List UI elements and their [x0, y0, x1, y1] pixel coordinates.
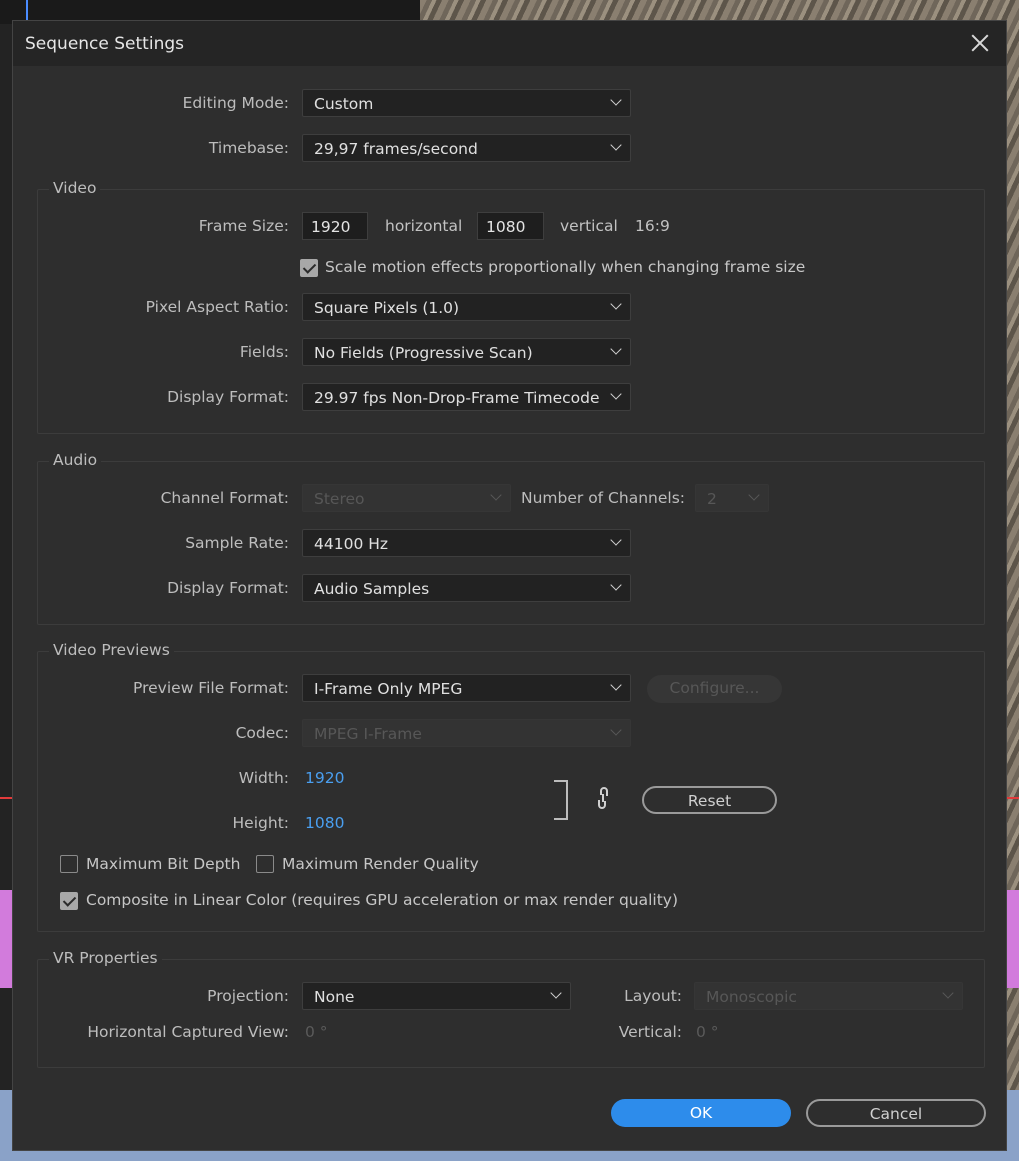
background-marker-right — [1007, 797, 1019, 799]
video-display-format-select[interactable]: 29.97 fps Non-Drop-Frame Timecode — [302, 383, 631, 411]
reset-button[interactable]: Reset — [642, 786, 777, 814]
chevron-down-icon — [610, 579, 622, 591]
preview-file-format-label: Preview File Format: — [133, 679, 289, 697]
editing-mode-select[interactable]: Custom — [302, 89, 631, 117]
timebase-value: 29,97 frames/second — [314, 140, 478, 158]
video-group-title: Video — [49, 179, 101, 197]
projection-label: Projection: — [207, 987, 289, 1005]
num-channels-value: 2 — [707, 490, 717, 508]
vr-properties-group-title: VR Properties — [49, 949, 162, 967]
layout-value: Monoscopic — [706, 988, 797, 1006]
frame-width-input[interactable]: 1920 — [302, 212, 368, 240]
background-clip-left — [0, 890, 12, 988]
fields-label: Fields: — [239, 343, 289, 361]
sample-rate-value: 44100 Hz — [314, 535, 389, 553]
audio-display-format-select[interactable]: Audio Samples — [302, 574, 631, 602]
horizontal-captured-view-label: Horizontal Captured View: — [87, 1023, 289, 1041]
ok-button[interactable]: OK — [611, 1099, 791, 1127]
max-render-quality-label[interactable]: Maximum Render Quality — [282, 855, 479, 873]
fields-value: No Fields (Progressive Scan) — [314, 344, 533, 362]
codec-label: Codec: — [235, 724, 289, 742]
frame-width-value: 1920 — [311, 218, 351, 236]
audio-display-format-value: Audio Samples — [314, 580, 430, 598]
frame-height-input[interactable]: 1080 — [477, 212, 544, 240]
dialog-titlebar: Sequence Settings — [13, 21, 1006, 66]
channel-format-label: Channel Format: — [160, 489, 289, 507]
channel-format-select: Stereo — [302, 484, 511, 512]
background-clip-right — [1007, 890, 1019, 988]
close-icon[interactable] — [968, 31, 992, 55]
video-previews-group-title: Video Previews — [49, 641, 174, 659]
projection-select[interactable]: None — [302, 982, 571, 1010]
layout-label: Layout: — [624, 987, 682, 1005]
pixel-aspect-select[interactable]: Square Pixels (1.0) — [302, 293, 631, 321]
pixel-aspect-value: Square Pixels (1.0) — [314, 299, 460, 317]
chevron-down-icon — [748, 489, 760, 501]
editing-mode-value: Custom — [314, 95, 374, 113]
preview-file-format-value: I-Frame Only MPEG — [314, 680, 463, 698]
chevron-down-icon — [610, 679, 622, 691]
num-channels-select: 2 — [695, 484, 769, 512]
editing-mode-label: Editing Mode: — [182, 94, 289, 112]
height-label: Height: — [232, 814, 289, 832]
frame-size-label: Frame Size: — [198, 217, 289, 235]
codec-value: MPEG I-Frame — [314, 725, 422, 743]
num-channels-label: Number of Channels: — [521, 489, 685, 507]
codec-select: MPEG I-Frame — [302, 719, 631, 747]
max-render-quality-checkbox[interactable] — [256, 855, 274, 873]
chevron-down-icon — [550, 987, 562, 999]
horizontal-captured-view-value: 0 ° — [305, 1023, 328, 1041]
preview-height-value[interactable]: 1080 — [305, 814, 344, 832]
vr-properties-group: VR Properties — [37, 949, 985, 1068]
chevron-down-icon — [490, 489, 502, 501]
chevron-down-icon — [610, 139, 622, 151]
timebase-select[interactable]: 29,97 frames/second — [302, 134, 631, 162]
max-bit-depth-label[interactable]: Maximum Bit Depth — [86, 855, 240, 873]
fields-select[interactable]: No Fields (Progressive Scan) — [302, 338, 631, 366]
width-label: Width: — [238, 769, 289, 787]
chevron-down-icon — [610, 94, 622, 106]
horizontal-label: horizontal — [385, 217, 463, 235]
layout-select: Monoscopic — [694, 982, 963, 1010]
audio-group-title: Audio — [49, 451, 102, 469]
vertical-view-label: Vertical: — [618, 1023, 682, 1041]
aspect-ratio-text: 16:9 — [635, 217, 670, 235]
audio-display-format-label: Display Format: — [167, 579, 289, 597]
preview-file-format-select[interactable]: I-Frame Only MPEG — [302, 674, 631, 702]
background-playhead — [26, 0, 28, 20]
composite-linear-label[interactable]: Composite in Linear Color (requires GPU … — [86, 891, 678, 909]
link-bracket-icon — [554, 780, 568, 820]
chevron-down-icon — [610, 724, 622, 736]
projection-value: None — [314, 988, 355, 1006]
dialog-title: Sequence Settings — [25, 34, 184, 54]
chevron-down-icon — [610, 343, 622, 355]
vertical-label: vertical — [560, 217, 618, 235]
chevron-down-icon — [610, 534, 622, 546]
max-bit-depth-checkbox[interactable] — [60, 855, 78, 873]
chevron-down-icon — [610, 298, 622, 310]
video-display-format-label: Display Format: — [167, 388, 289, 406]
video-display-format-value: 29.97 fps Non-Drop-Frame Timecode — [314, 389, 600, 407]
sample-rate-select[interactable]: 44100 Hz — [302, 529, 631, 557]
composite-linear-checkbox[interactable] — [60, 892, 78, 910]
chevron-down-icon — [942, 987, 954, 999]
background-marker-left — [0, 797, 12, 799]
scale-motion-label[interactable]: Scale motion effects proportionally when… — [325, 258, 805, 276]
sample-rate-label: Sample Rate: — [185, 534, 289, 552]
vertical-view-value: 0 ° — [696, 1023, 719, 1041]
sequence-settings-dialog: Sequence Settings Editing Mode: Custom T… — [12, 20, 1007, 1151]
channel-format-value: Stereo — [314, 490, 365, 508]
configure-button: Configure... — [647, 675, 782, 703]
frame-height-value: 1080 — [486, 218, 526, 236]
link-chain-icon[interactable] — [596, 786, 610, 810]
scale-motion-checkbox[interactable] — [300, 259, 318, 277]
preview-width-value[interactable]: 1920 — [305, 769, 344, 787]
chevron-down-icon — [610, 388, 622, 400]
pixel-aspect-label: Pixel Aspect Ratio: — [145, 298, 289, 316]
cancel-button[interactable]: Cancel — [806, 1099, 986, 1127]
timebase-label: Timebase: — [208, 139, 289, 157]
